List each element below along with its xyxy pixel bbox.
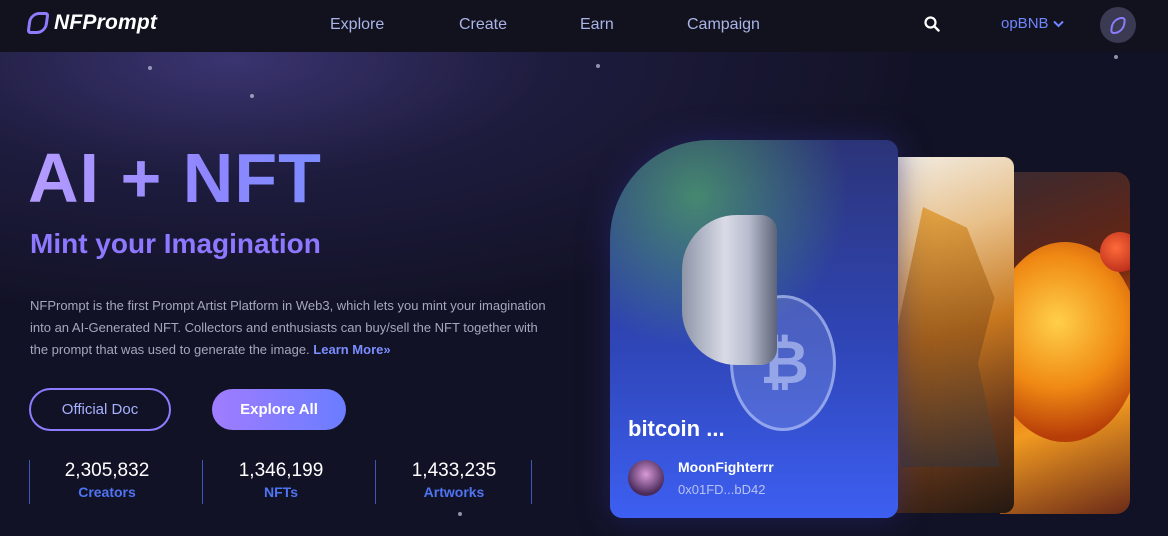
star-decoration <box>458 512 462 516</box>
hero-subtitle: Mint your Imagination <box>30 228 321 259</box>
star-decoration <box>250 94 254 98</box>
official-doc-button[interactable]: Official Doc <box>29 388 171 431</box>
stat-label: NFTs <box>264 484 298 500</box>
nft-card-mech[interactable] <box>880 157 1014 513</box>
owner-name[interactable]: MoonFighterrr <box>678 459 774 475</box>
stat-value: 1,346,199 <box>238 460 324 481</box>
nft-card-planet[interactable] <box>1000 172 1130 514</box>
search-icon[interactable] <box>924 16 940 32</box>
explore-all-button[interactable]: Explore All <box>212 389 346 430</box>
nft-card-title: bitcoin ... <box>628 416 725 441</box>
hero-title: AI + NFT <box>28 139 322 217</box>
mech-robot-artwork <box>890 207 1000 467</box>
nfprompt-logo-icon <box>26 12 50 34</box>
nav-campaign[interactable]: Campaign <box>687 16 760 34</box>
user-avatar-button[interactable] <box>1100 7 1136 43</box>
nav-earn[interactable]: Earn <box>580 16 614 34</box>
brand-name: NFPrompt <box>54 11 158 34</box>
nav-create[interactable]: Create <box>459 16 507 34</box>
featured-nft-card[interactable]: ₿ bitcoin ... MoonFighterrr 0x01FD...bD4… <box>610 140 898 518</box>
chevron-down-icon <box>1052 20 1064 27</box>
stat-label: Creators <box>78 484 136 500</box>
stat-nfts: 1,346,199 NFTs <box>201 460 361 504</box>
stat-value: 1,433,235 <box>411 460 497 481</box>
brand-logo[interactable]: NFPrompt <box>26 11 158 35</box>
stat-value: 2,305,832 <box>64 460 150 481</box>
stat-artworks: 1,433,235 Artworks <box>374 460 534 504</box>
network-selector[interactable]: opBNB <box>1001 15 1064 32</box>
3d-shape-artwork <box>682 215 777 365</box>
owner-address: 0x01FD...bD42 <box>678 482 766 497</box>
description-text: NFPrompt is the first Prompt Artist Plat… <box>30 298 546 357</box>
star-decoration <box>1114 55 1118 59</box>
top-navigation-bar: NFPrompt Explore Create Earn Campaign op… <box>0 0 1168 52</box>
star-decoration <box>148 66 152 70</box>
planet-artwork <box>1000 242 1130 442</box>
owner-avatar[interactable] <box>628 460 664 496</box>
learn-more-link[interactable]: Learn More» <box>313 342 390 357</box>
stat-label: Artworks <box>423 484 485 500</box>
nav-explore[interactable]: Explore <box>330 16 384 34</box>
nfprompt-logo-icon <box>1109 16 1127 34</box>
stat-creators: 2,305,832 Creators <box>27 460 187 504</box>
hero-description: NFPrompt is the first Prompt Artist Plat… <box>30 295 550 361</box>
stat-divider <box>531 460 532 504</box>
star-decoration <box>596 64 600 68</box>
network-label: opBNB <box>1001 15 1049 32</box>
